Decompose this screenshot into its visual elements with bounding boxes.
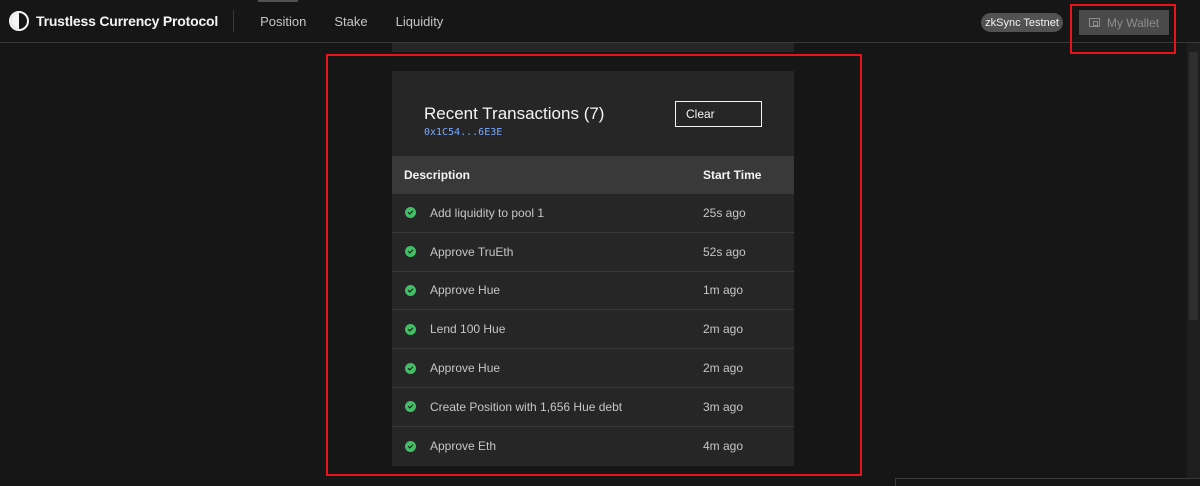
network-badge[interactable]: zkSync Testnet bbox=[981, 13, 1063, 32]
row-start-time: 1m ago bbox=[703, 283, 744, 298]
row-description: Approve Hue bbox=[430, 361, 501, 376]
check-circle-icon bbox=[405, 323, 416, 335]
brand[interactable]: Trustless Currency Protocol bbox=[0, 10, 235, 32]
table-row: Approve Hue 1m ago bbox=[392, 272, 794, 311]
table-row: Create Position with 1,656 Hue debt 3m a… bbox=[392, 388, 794, 427]
row-start-time: 2m ago bbox=[703, 361, 744, 376]
logo-icon bbox=[9, 11, 29, 31]
column-header-start-time: Start Time bbox=[703, 168, 762, 182]
nav-item-position[interactable]: Position bbox=[246, 14, 320, 29]
table-row: Approve Hue 2m ago bbox=[392, 349, 794, 388]
clear-button[interactable]: Clear bbox=[675, 101, 762, 127]
table-row: Approve TruEth 52s ago bbox=[392, 233, 794, 272]
background-card bbox=[392, 43, 794, 52]
nav-item-stake[interactable]: Stake bbox=[320, 14, 381, 29]
row-start-time: 25s ago bbox=[703, 205, 746, 220]
wallet-address[interactable]: 0x1C54...6E3E bbox=[424, 127, 502, 138]
tab-indicator bbox=[258, 0, 298, 2]
check-circle-icon bbox=[405, 362, 416, 374]
my-wallet-button[interactable]: My Wallet bbox=[1079, 10, 1169, 35]
bottom-panel-edge bbox=[895, 478, 1200, 486]
main-nav: Position Stake Liquidity bbox=[246, 14, 457, 29]
check-circle-icon bbox=[405, 207, 416, 219]
row-start-time: 3m ago bbox=[703, 399, 744, 414]
wallet-icon bbox=[1088, 18, 1100, 27]
row-description: Approve Hue bbox=[430, 283, 501, 298]
column-header-description: Description bbox=[404, 168, 471, 182]
scrollbar-thumb[interactable] bbox=[1189, 52, 1198, 320]
transactions-table: Description Start Time Add liquidity to … bbox=[392, 156, 794, 466]
table-row: Approve Eth 4m ago bbox=[392, 427, 794, 466]
check-circle-icon bbox=[405, 440, 416, 452]
row-description: Create Position with 1,656 Hue debt bbox=[430, 399, 623, 414]
row-start-time: 52s ago bbox=[703, 244, 746, 259]
table-row: Add liquidity to pool 1 25s ago bbox=[392, 194, 794, 233]
row-start-time: 4m ago bbox=[703, 439, 744, 454]
row-description: Lend 100 Hue bbox=[430, 322, 506, 337]
row-description: Approve Eth bbox=[430, 439, 497, 454]
row-description: Approve TruEth bbox=[430, 244, 514, 259]
modal-title: Recent Transactions (7) bbox=[424, 104, 605, 123]
recent-transactions-modal: Recent Transactions (7) 0x1C54...6E3E Cl… bbox=[392, 71, 794, 466]
row-start-time: 2m ago bbox=[703, 322, 744, 337]
wallet-label: My Wallet bbox=[1106, 15, 1160, 30]
check-circle-icon bbox=[405, 284, 416, 296]
check-circle-icon bbox=[405, 401, 416, 413]
table-row: Lend 100 Hue 2m ago bbox=[392, 310, 794, 350]
nav-item-liquidity[interactable]: Liquidity bbox=[382, 14, 458, 29]
row-description: Add liquidity to pool 1 bbox=[430, 205, 545, 220]
check-circle-icon bbox=[405, 246, 416, 258]
app-header: Trustless Currency Protocol Position Sta… bbox=[0, 0, 1200, 43]
table-header: Description Start Time bbox=[392, 156, 794, 194]
brand-name: Trustless Currency Protocol bbox=[36, 13, 219, 29]
